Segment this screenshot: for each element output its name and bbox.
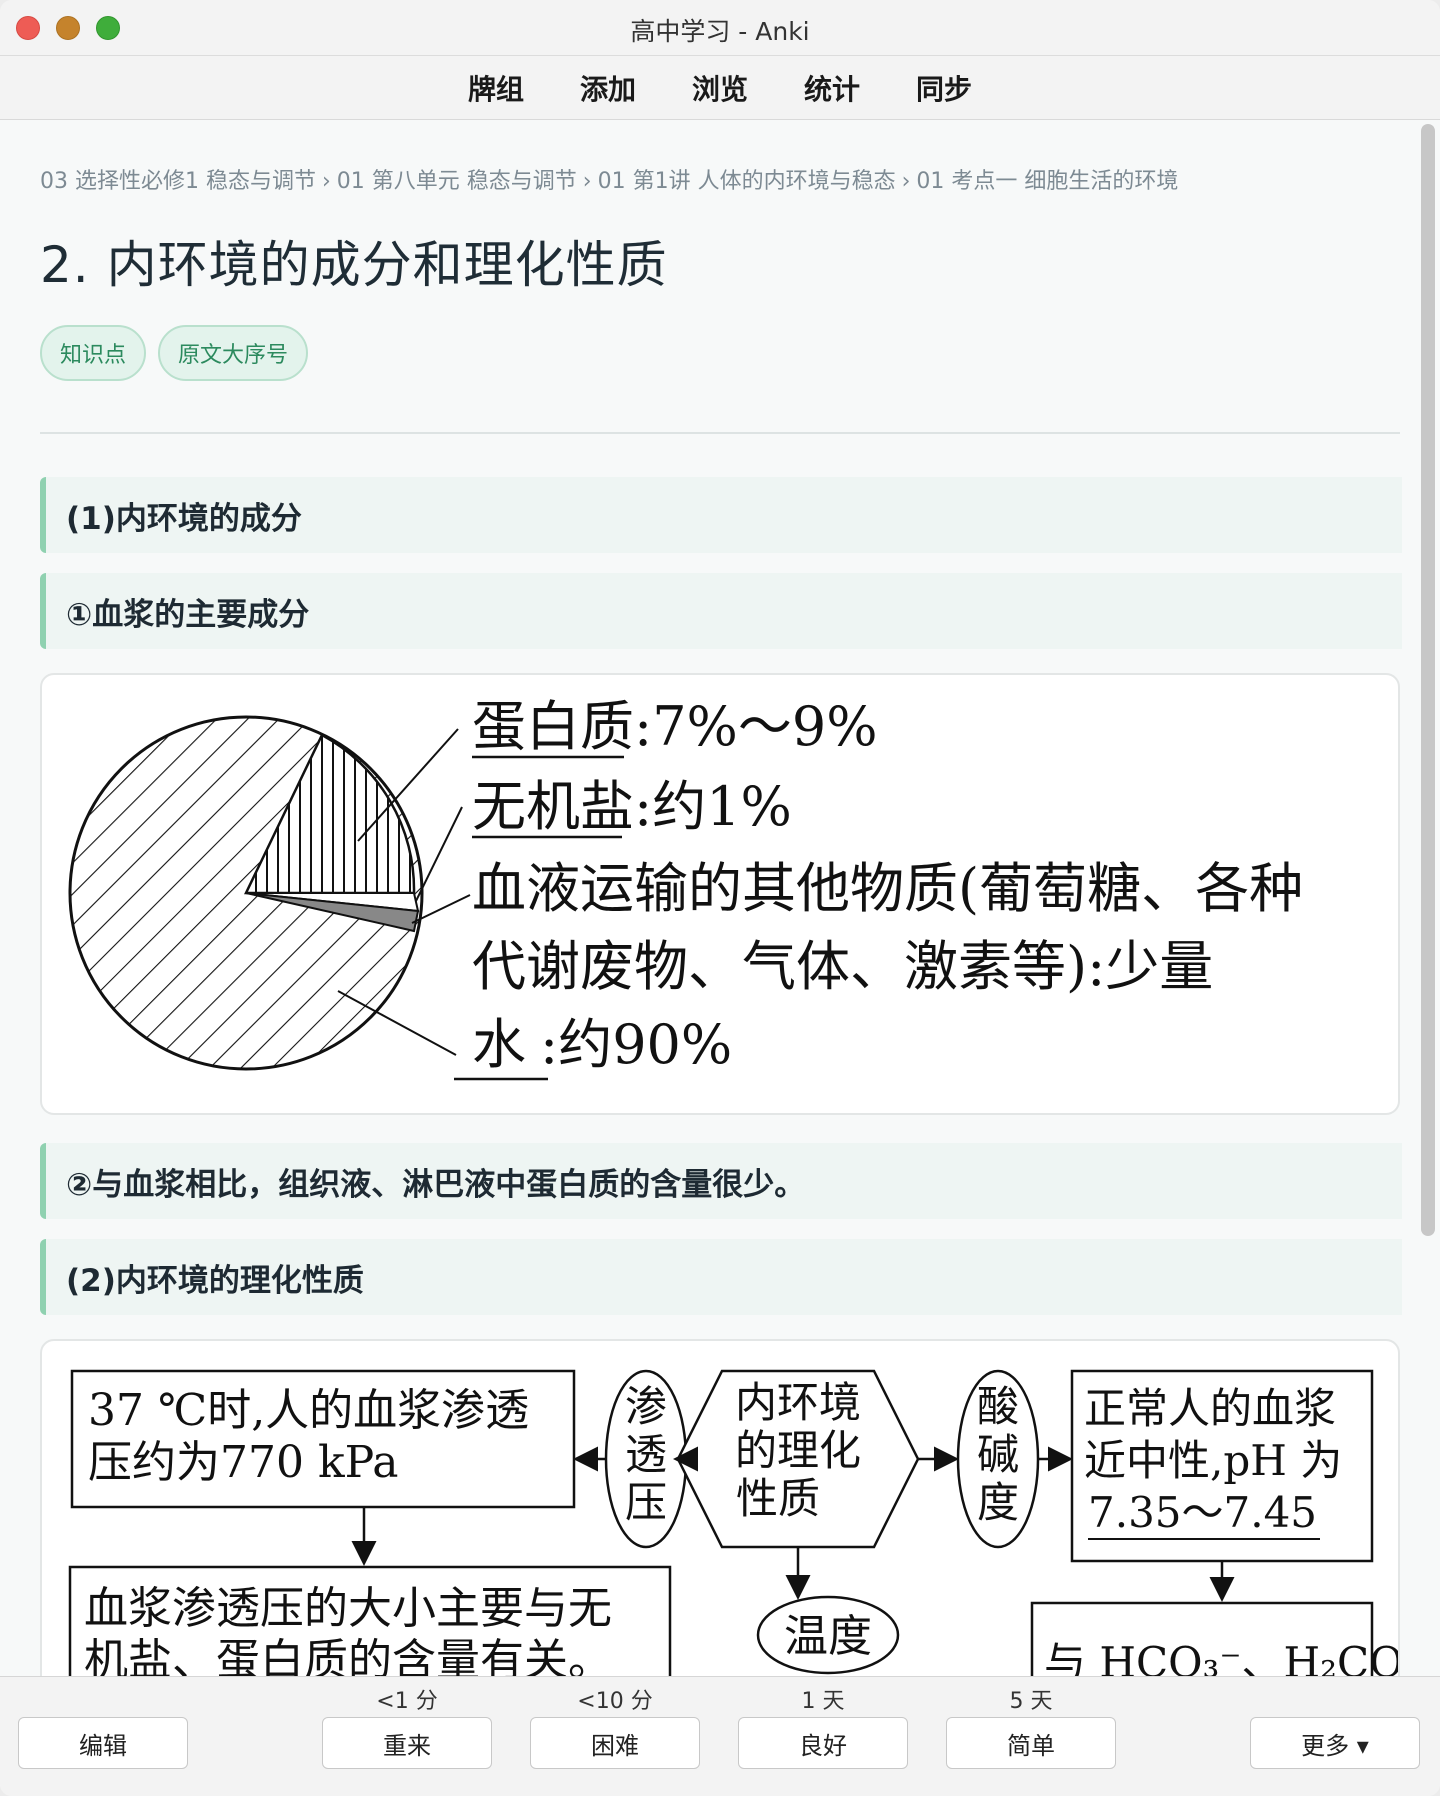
easy-interval: 5 天	[1009, 1689, 1053, 1714]
breadcrumb-item: 01 第八单元 稳态与调节	[336, 169, 577, 194]
section-heading: (1)内环境的成分	[40, 477, 1402, 553]
buffer-text: 与 HCO₃⁻、H₂CO₃	[1044, 1638, 1400, 1676]
center-label-line: 内环境	[735, 1378, 861, 1427]
edit-button[interactable]: 编辑	[18, 1717, 188, 1769]
breadcrumb-item: 03 选择性必修1 稳态与调节	[40, 169, 316, 194]
temperature-label: 温度	[784, 1611, 872, 1662]
osmotic-char: 压	[625, 1478, 667, 1527]
pie-label-salt: 无机盐	[472, 775, 634, 838]
pie-label-other-line1: 血液运输的其他物质(葡萄糖、各种	[472, 857, 1303, 920]
osmotic-char: 渗	[625, 1382, 667, 1431]
acidity-char: 度	[977, 1478, 1019, 1527]
card-content[interactable]: 03 选择性必修1 稳态与调节 › 01 第八单元 稳态与调节 › 01 第1讲 人体的…	[0, 121, 1420, 1676]
again-button[interactable]: 重来	[322, 1717, 492, 1769]
breadcrumb-item: 01 第1讲 人体的内环境与稳态	[597, 169, 896, 194]
anki-window: 高中学习 - Anki 牌组 添加 浏览 统计 同步 03 选择性必修1 稳态与…	[0, 0, 1440, 1796]
osmotic-pressure-text-2: 压约为770 kPa	[88, 1437, 399, 1488]
hard-button[interactable]: 困难	[530, 1717, 700, 1769]
card-title: 2. 内环境的成分和理化性质	[40, 236, 668, 294]
ph-text-1: 正常人的血浆	[1084, 1384, 1336, 1433]
tag-badge[interactable]: 知识点	[40, 325, 147, 381]
breadcrumb-separator: ›	[582, 169, 592, 194]
easy-button[interactable]: 简单	[946, 1717, 1116, 1769]
breadcrumb-separator: ›	[901, 169, 911, 194]
hard-interval: <10 分	[577, 1689, 653, 1714]
pie-value-protein: :7%～9%	[634, 695, 878, 758]
osmotic-char: 透	[625, 1430, 667, 1479]
breadcrumb-item: 01 考点一 细胞生活的环境	[916, 169, 1179, 194]
answer-bar: 编辑 <1 分 重来 <10 分 困难 1 天 良好 5 天 简单 更多 ▾	[0, 1676, 1440, 1796]
toolbar-add[interactable]: 添加	[552, 68, 664, 108]
breadcrumb-separator: ›	[321, 169, 331, 194]
toolbar-decks[interactable]: 牌组	[440, 68, 552, 108]
pie-label-water: 水	[472, 1013, 526, 1076]
tag-list: 知识点 原文大序号	[40, 325, 309, 381]
ph-text-3: 7.35～7.45	[1088, 1488, 1317, 1537]
more-button[interactable]: 更多 ▾	[1250, 1717, 1420, 1769]
pie-label-protein: 蛋白质	[472, 695, 634, 758]
pie-value-salt: :约1%	[634, 775, 792, 838]
physicochemical-diagram: 37 ℃时,人的血浆渗透 压约为770 kPa 渗 透 压 内环境 的理化 性质…	[40, 1339, 1400, 1676]
pie-label-other-line2: 代谢废物、气体、激素等):少量	[472, 935, 1213, 998]
good-button[interactable]: 良好	[738, 1717, 908, 1769]
osmotic-factor-text-1: 血浆渗透压的大小主要与无	[84, 1583, 612, 1634]
again-interval: <1 分	[376, 1689, 438, 1714]
osmotic-pressure-text-1: 37 ℃时,人的血浆渗透	[88, 1385, 529, 1436]
acidity-char: 酸	[977, 1382, 1019, 1431]
plasma-pie-illustration: 蛋白质 :7%～9% 无机盐 :约1% 血液运输的其他物质(葡萄糖、各种 代谢废…	[68, 695, 1303, 1081]
pie-value-water: :约90%	[540, 1013, 732, 1076]
tag-badge[interactable]: 原文大序号	[158, 325, 309, 381]
center-label-line: 的理化	[735, 1426, 861, 1475]
breadcrumb: 03 选择性必修1 稳态与调节 › 01 第八单元 稳态与调节 › 01 第1讲 人体的…	[40, 163, 1178, 195]
ph-text-2: 近中性,pH 为	[1084, 1436, 1342, 1485]
good-interval: 1 天	[801, 1689, 845, 1714]
section-heading: ②与血浆相比，组织液、淋巴液中蛋白质的含量很少。	[40, 1143, 1402, 1219]
section-heading: (2)内环境的理化性质	[40, 1239, 1402, 1315]
center-label-line: 性质	[736, 1474, 820, 1523]
main-toolbar: 牌组 添加 浏览 统计 同步	[0, 56, 1440, 120]
toolbar-browse[interactable]: 浏览	[664, 68, 776, 108]
section-heading: ①血浆的主要成分	[40, 573, 1402, 649]
title-bar: 高中学习 - Anki	[0, 0, 1440, 56]
osmotic-factor-text-2: 机盐、蛋白质的含量有关。	[84, 1635, 612, 1676]
vertical-scrollbar[interactable]	[1421, 124, 1435, 1236]
divider	[40, 432, 1400, 434]
toolbar-stats[interactable]: 统计	[776, 68, 888, 108]
toolbar-sync[interactable]: 同步	[888, 68, 1000, 108]
plasma-composition-figure: 蛋白质 :7%～9% 无机盐 :约1% 血液运输的其他物质(葡萄糖、各种 代谢废…	[40, 673, 1400, 1115]
acidity-char: 碱	[977, 1430, 1019, 1479]
physicochemical-illustration: 37 ℃时,人的血浆渗透 压约为770 kPa 渗 透 压 内环境 的理化 性质…	[68, 1369, 1400, 1676]
window-title: 高中学习 - Anki	[630, 17, 810, 46]
